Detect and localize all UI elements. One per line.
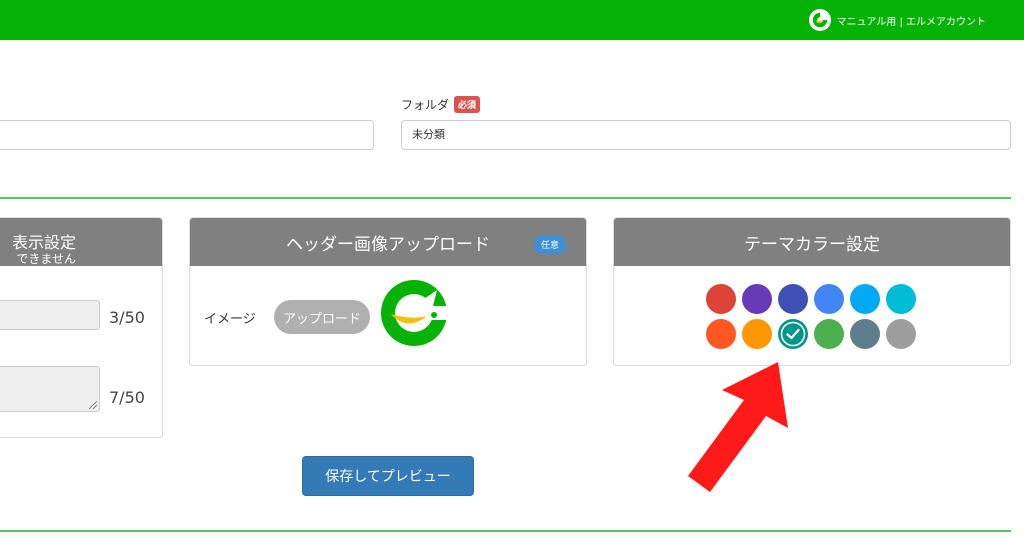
upload-button[interactable]: アップロード — [274, 300, 370, 334]
folder-select[interactable]: 未分類 — [401, 120, 1011, 150]
theme-color-title: テーマカラー設定 — [744, 234, 880, 255]
color-swatch[interactable] — [814, 319, 844, 349]
title-char-counter: 3/50 — [109, 308, 145, 327]
section-divider-top — [0, 197, 1011, 199]
checkmark-icon — [780, 321, 806, 347]
color-swatch[interactable] — [706, 319, 736, 349]
color-swatch[interactable] — [742, 319, 772, 349]
color-swatch[interactable] — [886, 319, 916, 349]
display-settings-title: 表示設定 — [11, 233, 76, 252]
section-divider-bottom — [0, 530, 1011, 532]
header-image-upload-title: ヘッダー画像アップロード — [286, 234, 490, 255]
account-menu[interactable]: マニュアル用 | エルメアカウント — [808, 8, 986, 32]
theme-color-header: テーマカラー設定 — [614, 218, 1010, 266]
color-swatch[interactable] — [778, 284, 808, 314]
color-swatch[interactable] — [706, 284, 736, 314]
display-settings-subtitle: できません — [16, 252, 76, 266]
color-swatch[interactable] — [850, 284, 880, 314]
image-label: イメージ — [204, 312, 256, 327]
top-header-bar: マニュアル用 | エルメアカウント — [0, 0, 1024, 40]
optional-badge: 任意 — [533, 235, 566, 254]
color-swatch[interactable] — [742, 284, 772, 314]
description-textarea[interactable] — [0, 366, 100, 412]
title-text-field[interactable] — [0, 300, 100, 330]
color-swatch-selected[interactable] — [778, 319, 808, 349]
color-swatch-grid — [706, 284, 936, 349]
textarea-resize-handle[interactable] — [89, 401, 97, 409]
save-and-preview-button[interactable]: 保存してプレビュー — [302, 456, 474, 496]
header-image-upload-header: ヘッダー画像アップロード 任意 — [190, 218, 586, 266]
display-settings-header: 表示設定 できません — [0, 218, 162, 266]
display-settings-panel: 表示設定 できません 3/50 7/50 — [0, 217, 163, 438]
color-swatch[interactable] — [814, 284, 844, 314]
required-badge: 必須 — [454, 96, 481, 113]
theme-color-panel: テーマカラー設定 — [613, 217, 1011, 366]
color-swatch[interactable] — [886, 284, 916, 314]
account-name: マニュアル用 | エルメアカウント — [836, 16, 986, 28]
header-image-upload-panel: ヘッダー画像アップロード 任意 イメージ アップロード — [189, 217, 587, 366]
folder-label-row: フォルダ 必須 — [401, 96, 481, 113]
red-pointer-arrow-icon — [688, 362, 788, 492]
account-logo-icon — [808, 9, 831, 31]
color-swatch[interactable] — [850, 319, 880, 349]
description-char-counter: 7/50 — [109, 388, 145, 407]
name-input[interactable] — [0, 120, 374, 150]
header-image-preview — [381, 280, 450, 346]
folder-label: フォルダ — [401, 98, 450, 112]
